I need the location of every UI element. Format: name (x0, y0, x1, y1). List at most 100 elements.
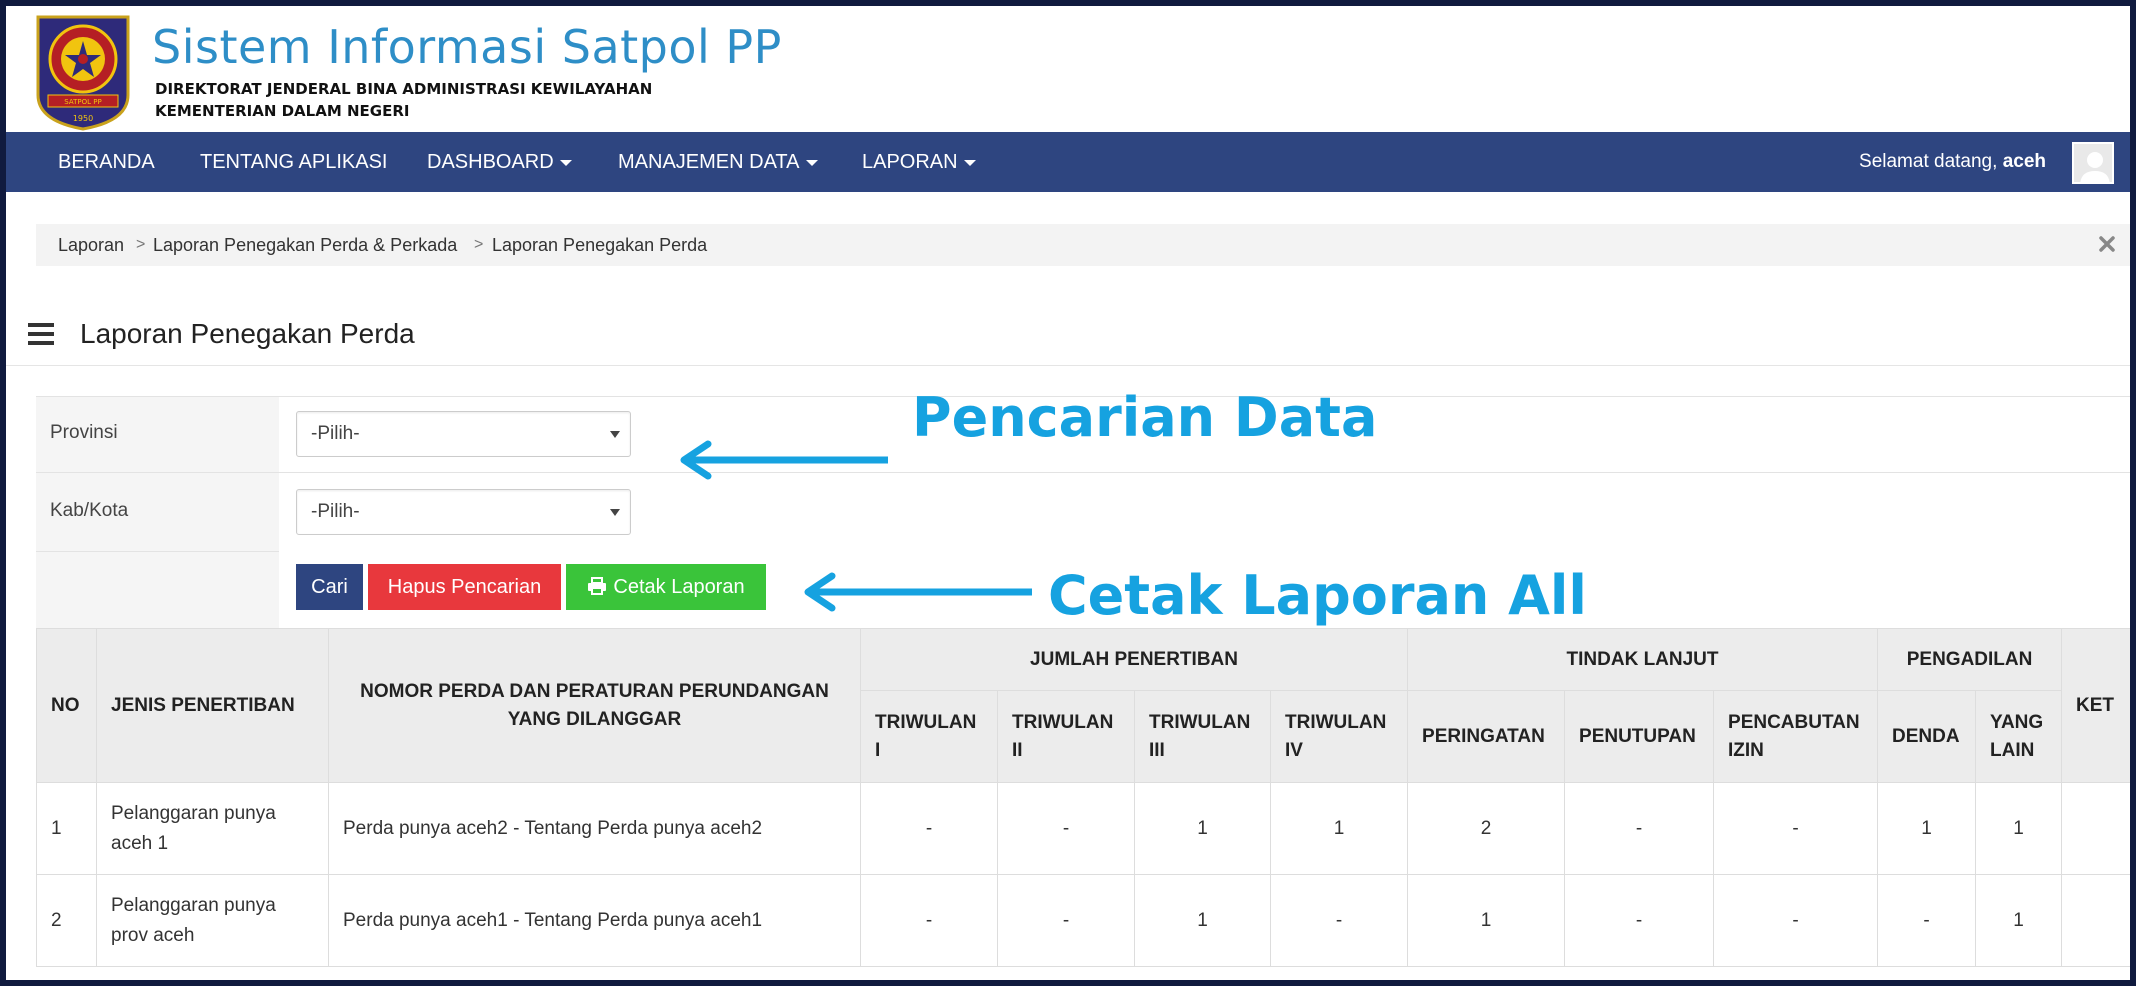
breadcrumb-laporan[interactable]: Laporan (58, 224, 124, 266)
cell-penutupan: - (1564, 782, 1715, 875)
report-table: NO JENIS PENERTIBAN NOMOR PERDA DAN PERA… (36, 628, 2130, 967)
breadcrumb-separator: > (136, 236, 146, 253)
header-ket: KET (2061, 628, 2130, 783)
filter-divider (36, 551, 279, 552)
site-title: Sistem Informasi Satpol PP (152, 20, 782, 74)
breadcrumb-penegakan-perda: Laporan Penegakan Perda (492, 235, 708, 255)
site-subtitle-directorate: DIREKTORAT JENDERAL BINA ADMINISTRASI KE… (155, 80, 653, 98)
site-header: SATPOL PP 1950 Sistem Informasi Satpol P… (6, 6, 2130, 132)
header-triwulan-3: TRIWULAN III (1134, 690, 1271, 783)
header-pengadilan: PENGADILAN (1877, 628, 2063, 691)
annotation-arrow-left-icon (804, 572, 1032, 612)
dropdown-arrow-icon (610, 509, 620, 516)
header-no: NO (36, 628, 97, 783)
cell-tw4: 1 (1269, 782, 1409, 875)
provinsi-label: Provinsi (50, 422, 118, 443)
dropdown-arrow-icon (610, 431, 620, 438)
header-triwulan-1: TRIWULAN I (860, 690, 998, 783)
logo-ribbon-text: SATPOL PP (64, 98, 101, 106)
user-avatar-icon (2074, 144, 2112, 182)
logo-year: 1950 (73, 114, 93, 123)
welcome-text: Selamat datang, (1859, 151, 1998, 172)
provinsi-select[interactable]: -Pilih- (296, 411, 631, 457)
username: aceh (2002, 151, 2046, 172)
caret-down-icon (963, 159, 976, 166)
table-row: 1 Pelanggaran punya aceh 1 Perda punya a… (36, 782, 2130, 875)
cell-perda: Perda punya aceh2 - Tentang Perda punya … (328, 782, 861, 875)
nav-beranda-label: BERANDA (58, 151, 155, 173)
header-jumlah-penertiban: JUMLAH PENERTIBAN (859, 628, 1409, 691)
header-pencabutan-izin: PENCABUTAN IZIN (1713, 690, 1879, 783)
header-tindak-lanjut: TINDAK LANJUT (1407, 628, 1879, 691)
cell-perda: Perda punya aceh1 - Tentang Perda punya … (328, 874, 861, 967)
cell-pencabutan: - (1713, 874, 1879, 967)
close-icon[interactable] (2098, 235, 2116, 253)
table-row: 2 Pelanggaran punya prov aceh Perda puny… (36, 874, 2130, 967)
cell-denda: - (1877, 874, 1977, 967)
nav-tentang-aplikasi[interactable]: TENTANG APLIKASI (200, 132, 387, 192)
cell-tw2: - (997, 782, 1135, 875)
breadcrumb-separator: > (474, 236, 484, 253)
caret-down-icon (805, 159, 818, 166)
cell-pencabutan: - (1713, 782, 1879, 875)
hapus-pencarian-button[interactable]: Hapus Pencarian (368, 564, 561, 610)
cell-ket (2061, 782, 2130, 875)
welcome-message[interactable]: Selamat datang, aceh (1859, 132, 2046, 192)
caret-down-icon (559, 159, 572, 166)
nav-dashboard[interactable]: DASHBOARD (427, 132, 572, 192)
breadcrumb-penegakan-perda-perkada[interactable]: Laporan Penegakan Perda & Perkada (153, 224, 457, 266)
cell-tw4: - (1269, 874, 1409, 967)
header-triwulan-4: TRIWULAN IV (1269, 690, 1409, 783)
cell-yang-lain: 1 (1975, 782, 2063, 875)
header-jenis-penertiban: JENIS PENERTIBAN (96, 628, 329, 783)
cell-jenis: Pelanggaran punya aceh 1 (96, 782, 329, 875)
breadcrumb: Laporan > Laporan Penegakan Perda & Perk… (36, 224, 2130, 266)
print-icon (588, 576, 607, 595)
filter-divider (36, 472, 2130, 473)
hamburger-menu-icon[interactable] (28, 323, 54, 345)
cell-penutupan: - (1564, 874, 1715, 967)
page-title: Laporan Penegakan Perda (80, 318, 415, 349)
header-triwulan-2: TRIWULAN II (997, 690, 1135, 783)
kabkota-select[interactable]: -Pilih- (296, 489, 631, 535)
cell-peringatan: 1 (1407, 874, 1566, 967)
header-denda: DENDA (1877, 690, 1977, 783)
nav-laporan[interactable]: LAPORAN (862, 132, 976, 192)
cell-peringatan: 2 (1407, 782, 1566, 875)
app-window: SATPOL PP 1950 Sistem Informasi Satpol P… (6, 6, 2130, 980)
header-nomor-perda: NOMOR PERDA DAN PERATURAN PERUNDANGAN YA… (328, 628, 861, 783)
cell-tw3: 1 (1134, 874, 1271, 967)
annotation-cetak-laporan-all: Cetak Laporan All (1048, 564, 1587, 627)
page-title-bar: Laporan Penegakan Perda (6, 306, 2130, 366)
cell-ket (2061, 874, 2130, 967)
main-navbar: BERANDA TENTANG APLIKASI DASHBOARD MANAJ… (6, 132, 2130, 192)
cell-jenis: Pelanggaran punya prov aceh (96, 874, 329, 967)
cell-no: 2 (36, 874, 97, 967)
nav-laporan-label: LAPORAN (862, 151, 958, 173)
nav-manajemen-data[interactable]: MANAJEMEN DATA (618, 132, 818, 192)
cetak-laporan-label: Cetak Laporan (613, 576, 745, 598)
cari-button[interactable]: Cari (296, 564, 363, 610)
kabkota-select-value: -Pilih- (311, 501, 360, 522)
annotation-pencarian-data: Pencarian Data (912, 386, 1378, 449)
kabkota-label: Kab/Kota (50, 500, 129, 521)
header-peringatan: PERINGATAN (1407, 690, 1566, 783)
nav-beranda[interactable]: BERANDA (58, 132, 155, 192)
header-yang-lain: YANG LAIN (1975, 690, 2063, 783)
cell-denda: 1 (1877, 782, 1977, 875)
nav-tentang-aplikasi-label: TENTANG APLIKASI (200, 151, 388, 173)
site-subtitle-ministry: KEMENTERIAN DALAM NEGERI (155, 102, 410, 120)
satpol-pp-logo: SATPOL PP 1950 (36, 15, 130, 131)
cell-tw1: - (860, 874, 998, 967)
cell-tw2: - (997, 874, 1135, 967)
nav-dashboard-label: DASHBOARD (427, 151, 554, 173)
avatar[interactable] (2072, 142, 2114, 184)
cell-yang-lain: 1 (1975, 874, 2063, 967)
provinsi-select-value: -Pilih- (311, 423, 360, 444)
cell-tw1: - (860, 782, 998, 875)
header-penutupan: PENUTUPAN (1564, 690, 1715, 783)
cetak-laporan-button[interactable]: Cetak Laporan (566, 564, 766, 610)
annotation-arrow-left-icon (680, 440, 888, 480)
nav-manajemen-data-label: MANAJEMEN DATA (618, 151, 800, 173)
cell-no: 1 (36, 782, 97, 875)
